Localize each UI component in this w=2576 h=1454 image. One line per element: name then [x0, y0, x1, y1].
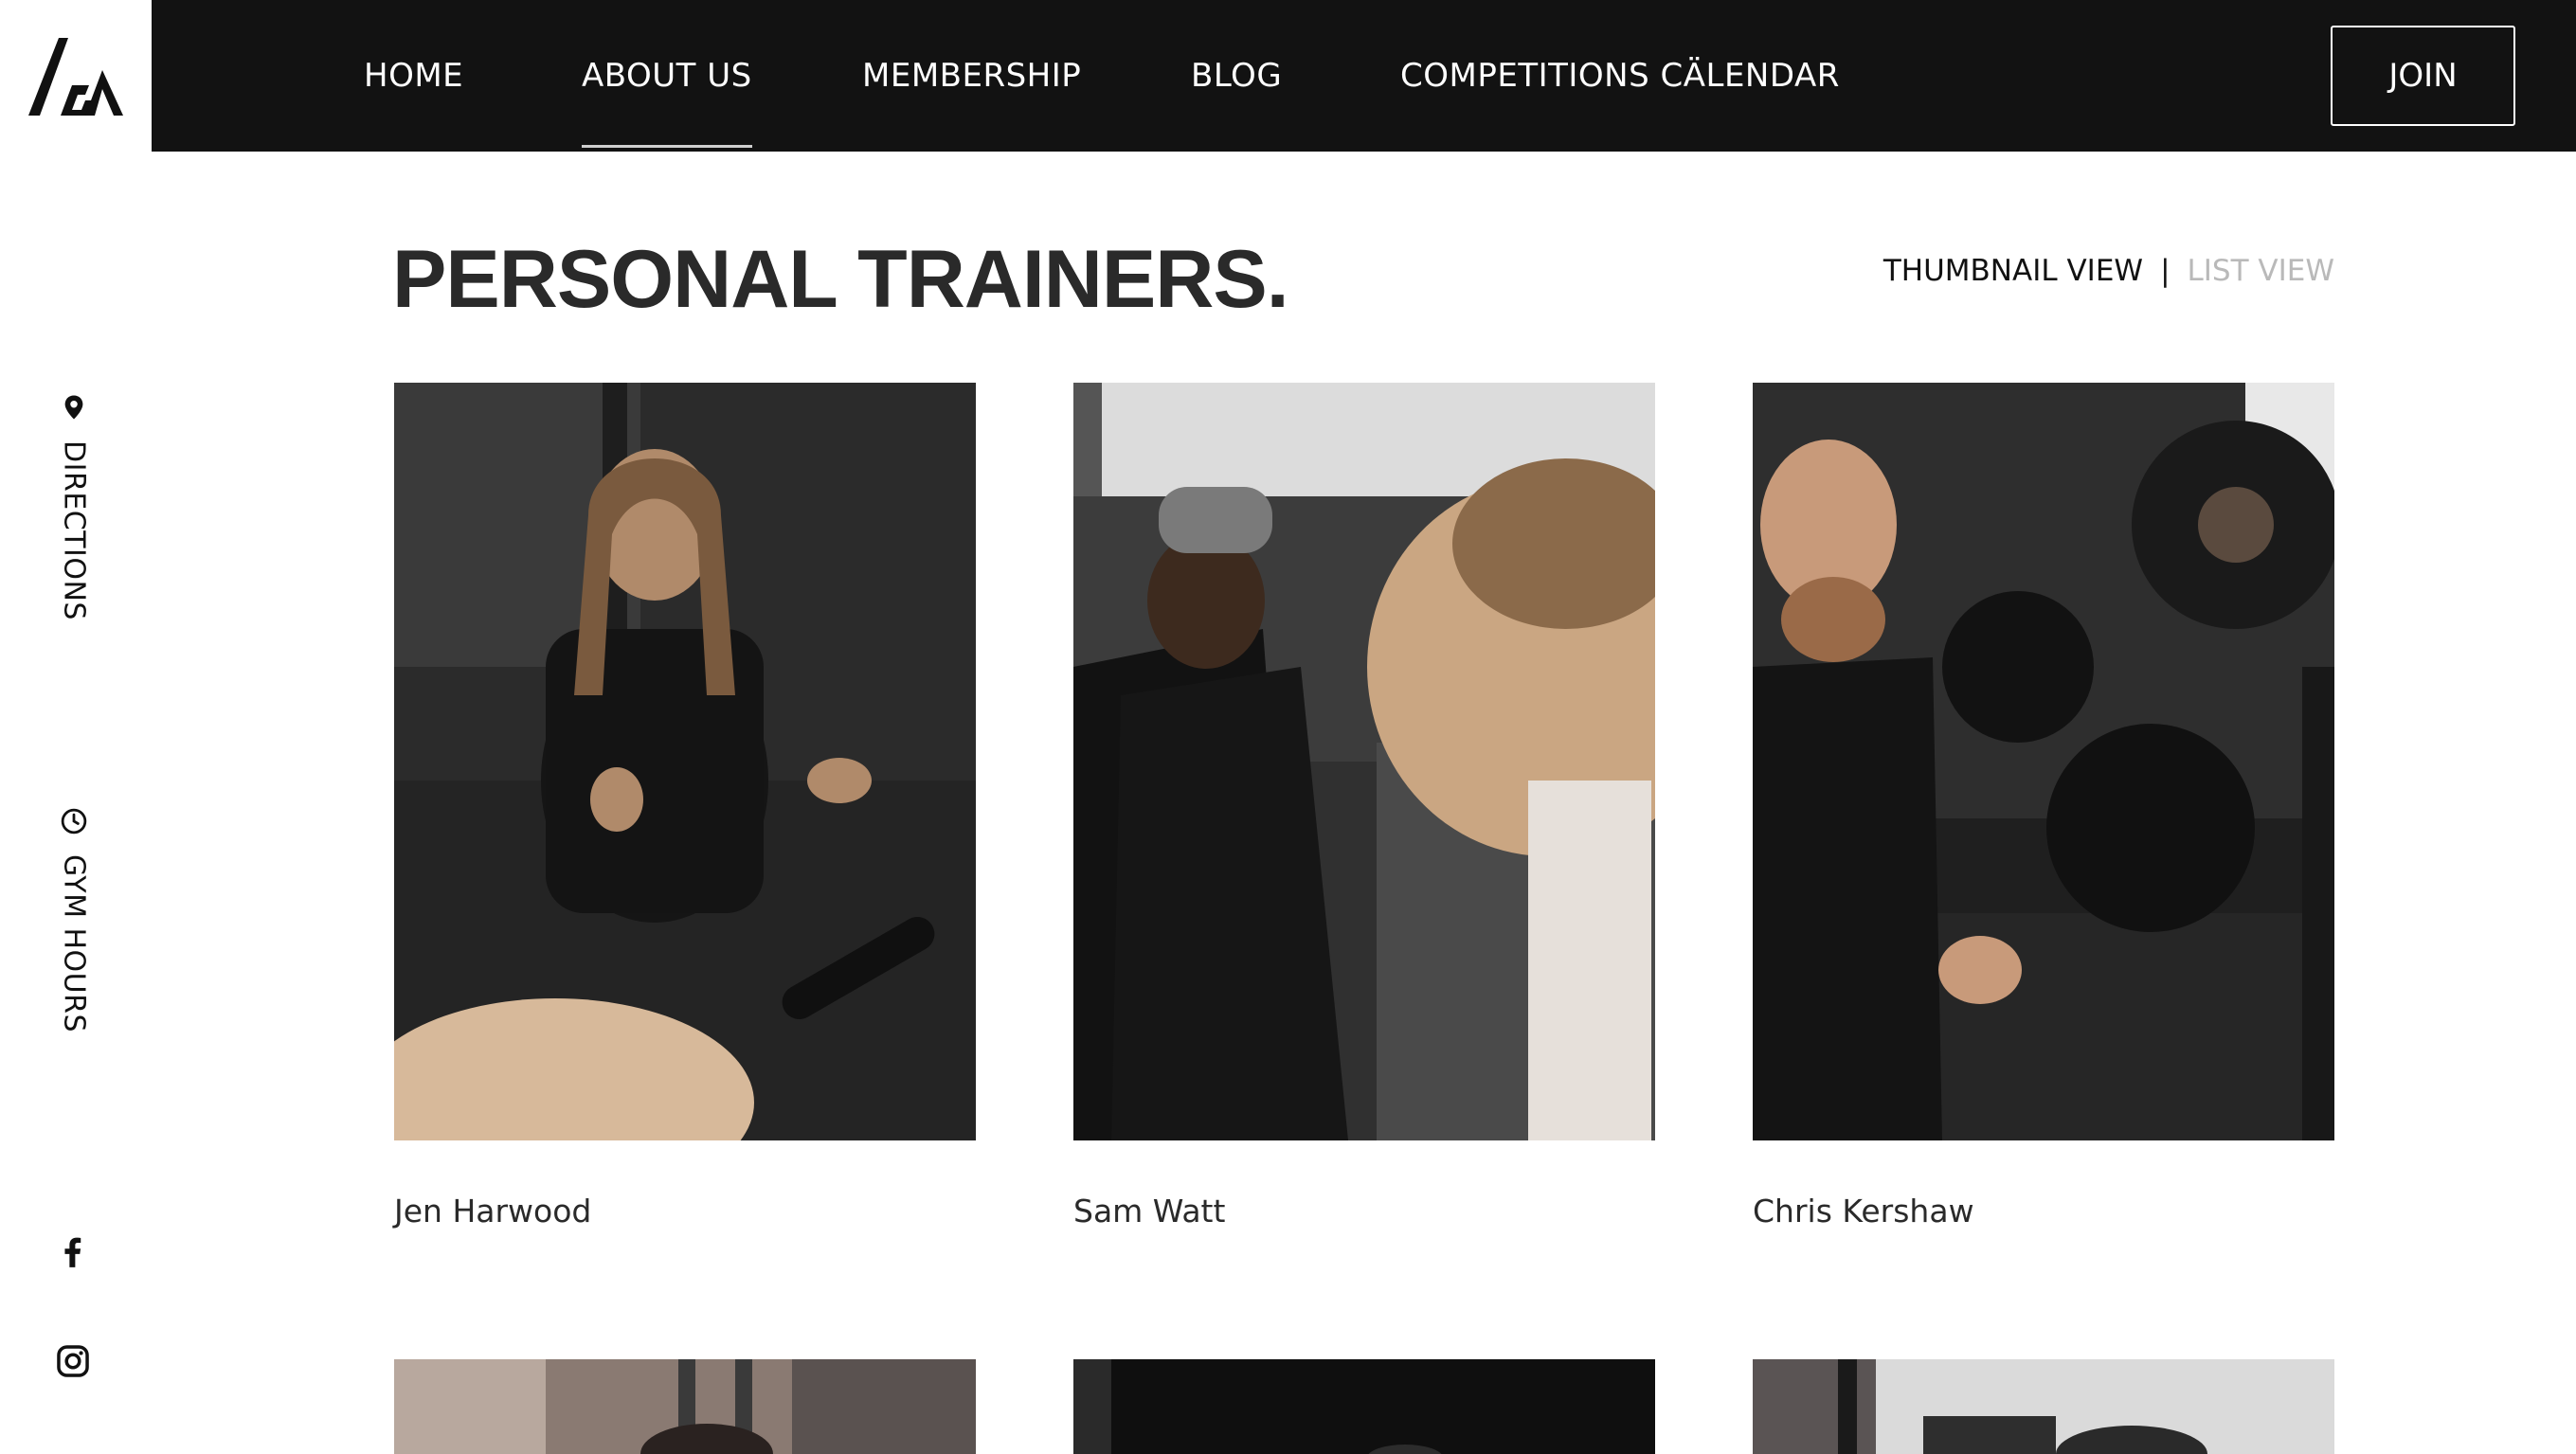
trainer-photo-partial[interactable]	[1753, 1359, 2334, 1454]
trainer-name: Jen Harwood	[394, 1193, 592, 1230]
list-view-link[interactable]: LIST VIEW	[2188, 254, 2334, 288]
gh-logo-icon[interactable]	[0, 0, 152, 152]
join-button[interactable]: JOIN	[2331, 26, 2515, 126]
nav-item-label: ABOUT US	[582, 57, 752, 95]
instagram-link[interactable]	[55, 1343, 91, 1379]
directions-link[interactable]: DIRECTIONS	[0, 393, 148, 620]
nav-item-label: HOME	[364, 57, 464, 95]
nav-item-blog[interactable]: BLOG	[1191, 0, 1282, 152]
trainer-photo-image	[1753, 1359, 2334, 1454]
nav-item-membership[interactable]: MEMBERSHIP	[862, 0, 1081, 152]
view-toggle-separator: |	[2160, 254, 2171, 288]
trainer-photo-partial[interactable]	[1073, 1359, 1655, 1454]
view-toggle: THUMBNAIL VIEW | LIST VIEW	[1883, 254, 2334, 288]
trainer-card[interactable]: Jen Harwood	[394, 383, 976, 1230]
clock-icon	[61, 808, 87, 835]
trainer-photo[interactable]	[1073, 383, 1655, 1140]
instagram-icon	[57, 1345, 89, 1377]
gym-hours-label: GYM HOURS	[57, 854, 91, 1033]
trainer-photo[interactable]	[1753, 383, 2334, 1140]
trainer-photo-partial[interactable]	[394, 1359, 976, 1454]
top-nav-bar: HOME ABOUT US MEMBERSHIP BLOG COMPETITIO…	[0, 0, 2576, 152]
nav-item-competitions-calendar[interactable]: COMPETITIONS CÄLENDAR	[1400, 0, 1840, 152]
page-title: PERSONAL TRAINERS.	[392, 234, 1289, 325]
directions-label: DIRECTIONS	[57, 440, 91, 620]
trainer-name: Chris Kershaw	[1753, 1193, 1974, 1230]
trainer-photo-image	[1073, 1359, 1655, 1454]
nav-item-home[interactable]: HOME	[364, 0, 463, 152]
trainer-name: Sam Watt	[1073, 1193, 1226, 1230]
map-pin-icon	[64, 395, 83, 420]
nav-item-about-us[interactable]: ABOUT US	[582, 0, 752, 152]
thumbnail-view-link[interactable]: THUMBNAIL VIEW	[1883, 254, 2143, 288]
join-button-label: JOIN	[2388, 57, 2458, 95]
nav-item-label: BLOG	[1191, 57, 1283, 95]
gh-logo-mark	[28, 38, 123, 116]
trainer-photo-image	[394, 383, 976, 1140]
nav-item-label: COMPETITIONS CÄLENDAR	[1400, 57, 1840, 95]
trainer-photo-image	[1753, 383, 2334, 1140]
gym-hours-link[interactable]: GYM HOURS	[0, 807, 148, 1032]
facebook-link[interactable]	[55, 1234, 91, 1270]
facebook-icon	[64, 1237, 81, 1267]
trainer-card[interactable]: Chris Kershaw	[1753, 383, 2334, 1230]
trainer-photo-image	[394, 1359, 976, 1454]
trainer-photo[interactable]	[394, 383, 976, 1140]
trainer-card[interactable]: Sam Watt	[1073, 383, 1655, 1230]
trainer-photo-image	[1073, 383, 1655, 1140]
nav-item-label: MEMBERSHIP	[862, 57, 1082, 95]
